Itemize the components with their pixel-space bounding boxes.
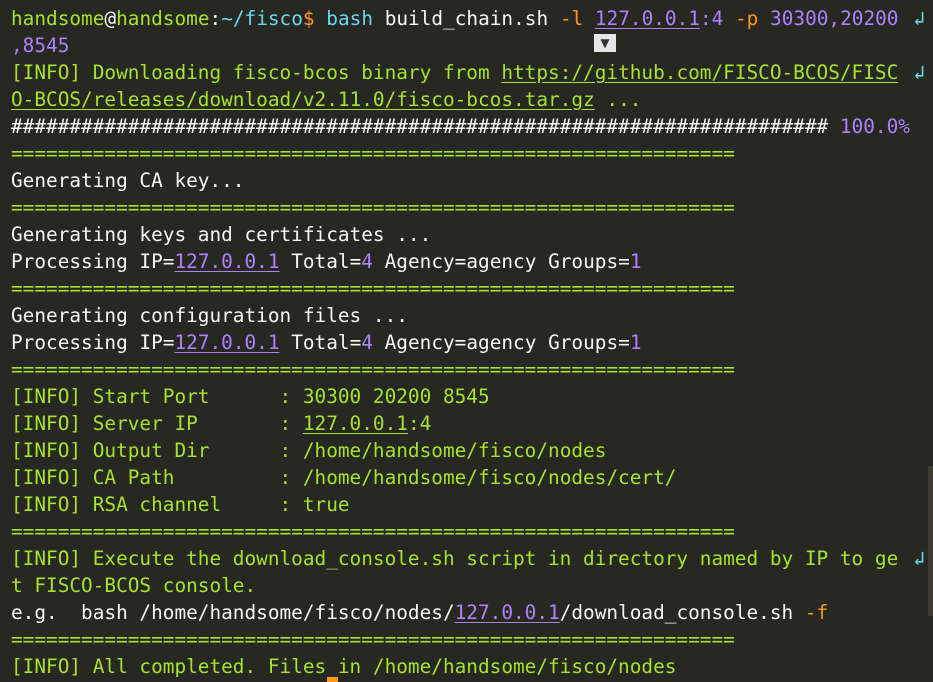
total-label: Total=	[279, 250, 362, 273]
server-ip-value: 127.0.0.1	[302, 412, 408, 435]
start-port-value: 30300 20200 8545	[302, 385, 490, 408]
download-url-link[interactable]: https://github.com/FISCO-BCOS/FISC	[501, 61, 898, 84]
start-port-label: Start Port :	[81, 385, 303, 408]
separator: ========================================…	[11, 520, 735, 543]
separator: ========================================…	[11, 628, 735, 651]
completed-text: All completed. Files in /home/handsome/f…	[81, 655, 677, 678]
gen-ca-line: Generating CA key...	[11, 169, 245, 192]
ca-path-label: CA Path :	[81, 466, 303, 489]
chevron-down-icon[interactable]: ▼	[594, 34, 616, 52]
progress-hashes: ########################################…	[11, 115, 829, 138]
info-completed: [INFO] All completed. Files in /home/han…	[11, 653, 676, 680]
info-prefix: [INFO]	[11, 439, 82, 462]
server-ip-label: Server IP :	[81, 412, 303, 435]
execute-text: Execute the download_console.sh script i…	[81, 547, 899, 570]
info-rsa-channel: [INFO] RSA channel : true	[11, 491, 350, 518]
agency-value: agency	[466, 331, 537, 354]
separator: ========================================…	[11, 142, 735, 165]
example-line: e.g. bash /home/handsome/fisco/nodes/127…	[11, 599, 828, 626]
prompt-sep: :	[209, 7, 222, 30]
processing-ip: 127.0.0.1	[174, 250, 280, 273]
info-prefix: [INFO]	[11, 493, 82, 516]
separator: ========================================…	[11, 196, 735, 219]
ca-path-value: /home/handsome/fisco/nodes/cert/	[302, 466, 677, 489]
progress-line: ########################################…	[11, 113, 910, 140]
groups-label: Groups=	[536, 331, 630, 354]
progress-percent: 100.0%	[828, 115, 910, 138]
prompt-host: handsome	[116, 7, 210, 30]
line-wrap-icon: ↲	[913, 61, 925, 84]
gen-config-line: Generating configuration files ...	[11, 304, 408, 327]
info-output-dir: [INFO] Output Dir : /home/handsome/fisco…	[11, 437, 606, 464]
separator: ========================================…	[11, 358, 735, 381]
prompt-user: handsome	[11, 7, 105, 30]
download-url-link-cont[interactable]: O-BCOS/releases/download/v2.11.0/fisco-b…	[11, 88, 595, 111]
download-text: Downloading fisco-bcos binary from	[81, 61, 502, 84]
example-suffix: /download_console.sh	[559, 601, 805, 624]
groups-value: 1	[629, 250, 642, 273]
command-ports: 30300,20200	[770, 7, 899, 30]
info-prefix: [INFO]	[11, 655, 82, 678]
info-ca-path: [INFO] CA Path : /home/handsome/fisco/no…	[11, 464, 676, 491]
output-dir-value: /home/handsome/fisco/nodes	[302, 439, 607, 462]
rsa-value: true	[302, 493, 350, 516]
rsa-label: RSA channel :	[81, 493, 303, 516]
download-info-line-cont: O-BCOS/releases/download/v2.11.0/fisco-b…	[11, 86, 641, 113]
scrollbar[interactable]	[928, 466, 933, 616]
command-name: bash	[326, 7, 373, 30]
agency-label: Agency=	[372, 250, 467, 273]
processing-ip: 127.0.0.1	[174, 331, 280, 354]
download-tail: ...	[594, 88, 642, 111]
info-server-ip: [INFO] Server IP : 127.0.0.1:4	[11, 410, 431, 437]
info-prefix: [INFO]	[11, 412, 82, 435]
server-ip-suffix: :4	[407, 412, 432, 435]
gen-keys-line: Generating keys and certificates ...	[11, 223, 432, 246]
processing-ip-label: Processing IP=	[11, 331, 175, 354]
processing-line: Processing IP=127.0.0.1 Total=4 Agency=a…	[11, 329, 642, 356]
output-dir-label: Output Dir :	[81, 439, 303, 462]
example-prefix: e.g. bash /home/handsome/fisco/nodes/	[11, 601, 455, 624]
info-execute-cont: t FISCO-BCOS console.	[11, 574, 257, 597]
groups-value: 1	[629, 331, 642, 354]
download-info-line: [INFO] Downloading fisco-bcos binary fro…	[11, 59, 898, 86]
command-ip: 127.0.0.1	[594, 7, 700, 30]
text-cursor	[327, 677, 338, 682]
terminal-window[interactable]: handsome@handsome:~/fisco$ bash build_ch…	[0, 0, 933, 682]
processing-line: Processing IP=127.0.0.1 Total=4 Agency=a…	[11, 248, 642, 275]
groups-label: Groups=	[536, 250, 630, 273]
prompt-symbol: $	[302, 7, 315, 30]
separator: ========================================…	[11, 277, 735, 300]
flag-p: -p	[735, 7, 759, 30]
agency-value: agency	[466, 250, 537, 273]
example-flag: -f	[804, 601, 829, 624]
agency-label: Agency=	[372, 331, 467, 354]
prompt-cwd: ~/fisco	[221, 7, 303, 30]
processing-ip-label: Processing IP=	[11, 250, 175, 273]
total-value: 4	[361, 331, 373, 354]
info-prefix: [INFO]	[11, 466, 82, 489]
info-prefix: [INFO]	[11, 385, 82, 408]
flag-l: -l	[559, 7, 584, 30]
info-prefix: [INFO]	[11, 61, 82, 84]
command-script: build_chain.sh	[384, 7, 549, 30]
prompt-at: @	[104, 7, 117, 30]
line-wrap-icon: ↲	[913, 547, 925, 570]
line-wrap-icon: ↲	[913, 7, 925, 30]
total-value: 4	[361, 250, 373, 273]
info-start-port: [INFO] Start Port : 30300 20200 8545	[11, 383, 490, 410]
command-line: handsome@handsome:~/fisco$ bash build_ch…	[11, 5, 898, 32]
example-ip: 127.0.0.1	[454, 601, 560, 624]
info-prefix: [INFO]	[11, 547, 82, 570]
total-label: Total=	[279, 331, 362, 354]
info-execute: [INFO] Execute the download_console.sh s…	[11, 545, 898, 572]
command-ports-wrap: ,8545	[11, 34, 70, 57]
command-ip-suffix: :4	[699, 7, 724, 30]
